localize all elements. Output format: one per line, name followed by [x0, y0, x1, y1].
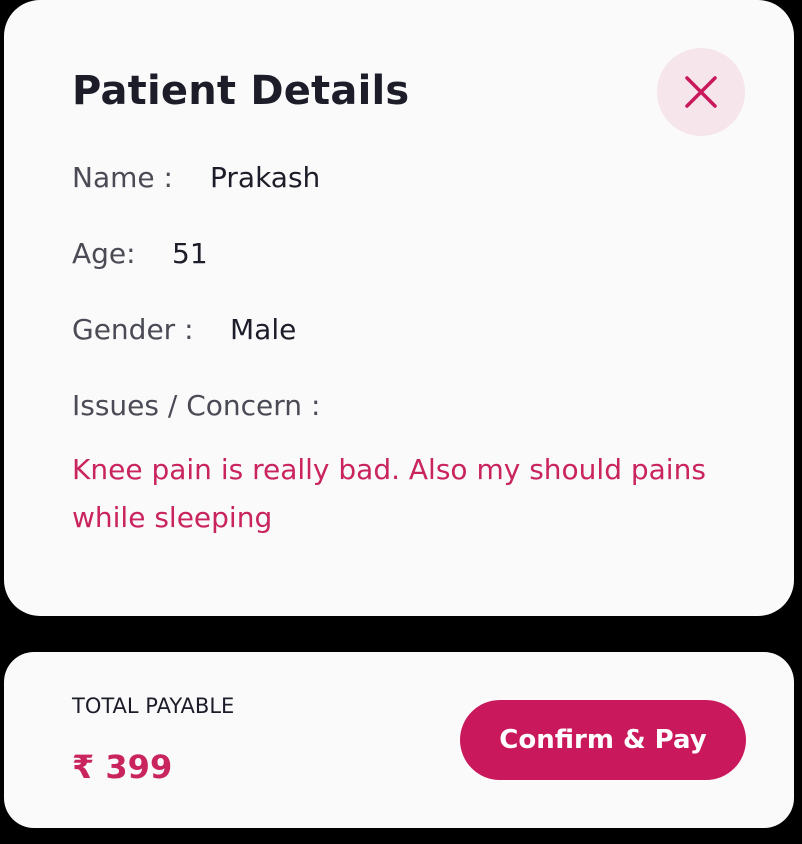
gender-value: Male: [230, 313, 297, 346]
close-button[interactable]: [657, 48, 745, 136]
total-amount: ₹ 399: [72, 748, 173, 786]
close-icon: [685, 76, 717, 108]
concern-label: Issues / Concern :: [72, 389, 321, 422]
age-value: 51: [172, 237, 208, 270]
patient-details-card: Patient Details Name : Prakash Age: 51 G…: [4, 0, 794, 616]
payment-card: TOTAL PAYABLE ₹ 399 Confirm & Pay: [4, 652, 794, 828]
age-label: Age:: [72, 237, 136, 270]
confirm-pay-button[interactable]: Confirm & Pay: [460, 700, 746, 780]
concern-text: Knee pain is really bad. Also my should …: [72, 453, 706, 534]
total-payable-label: TOTAL PAYABLE: [72, 694, 235, 718]
gender-label: Gender :: [72, 313, 194, 346]
page-title: Patient Details: [72, 68, 410, 114]
name-value: Prakash: [210, 161, 321, 194]
name-label: Name :: [72, 161, 173, 194]
